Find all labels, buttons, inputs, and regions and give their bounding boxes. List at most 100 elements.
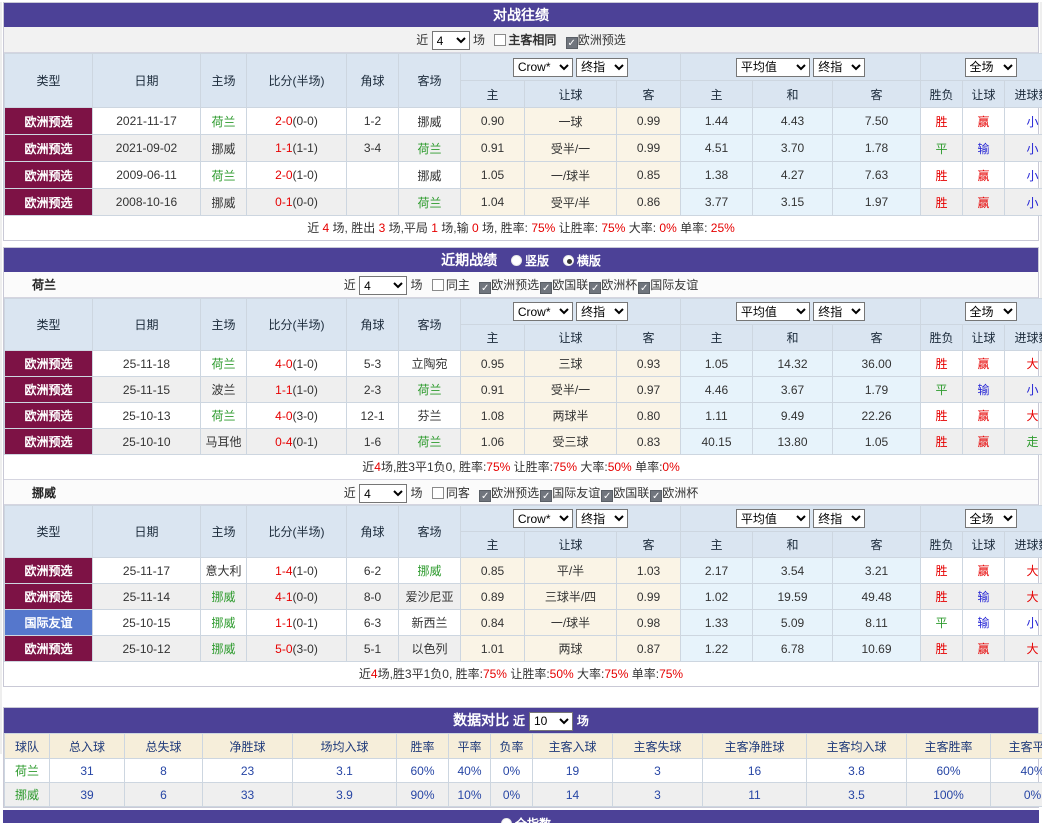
no-euro-cup-checkbox[interactable]: ✓	[650, 490, 662, 502]
nl-filter-row: 荷兰 近 4 场 同主 ✓欧洲预选✓欧国联✓欧洲杯✓国际友谊	[4, 272, 1038, 298]
score-full: 4-1	[275, 590, 292, 604]
cell-goals: 小	[1005, 377, 1042, 403]
euro-qualifier-checkbox[interactable]: ✓	[566, 37, 578, 49]
cell-odds-h: 0.95	[461, 351, 525, 377]
nl-count-select[interactable]: 4	[359, 276, 407, 295]
col-avg-h: 主	[681, 325, 753, 351]
cell-value: 23	[203, 759, 293, 783]
cell-winloss: 胜	[921, 403, 963, 429]
no-same-away-checkbox[interactable]	[432, 487, 444, 499]
h2h-count-select[interactable]: 4	[432, 31, 470, 50]
h2h-summary: 近 4 场, 胜出 3 场,平局 1 场,输 0 场, 胜率: 75% 让胜率:…	[4, 216, 1038, 240]
cell-date: 2009-06-11	[93, 162, 201, 189]
cell-value: 0%	[991, 783, 1042, 807]
scope-select[interactable]: 全场	[965, 509, 1017, 528]
cell-value: 3	[613, 783, 703, 807]
cell-value: 3.8	[807, 759, 907, 783]
cell-value: 14	[533, 783, 613, 807]
nl-euro-cup-checkbox[interactable]: ✓	[589, 282, 601, 294]
cell-home: 意大利	[201, 558, 247, 584]
cell-goals: 小	[1005, 189, 1042, 216]
col-h: 主	[461, 325, 525, 351]
vertical-layout-label: 竖版	[525, 254, 549, 268]
no-nations-league-checkbox[interactable]: ✓	[601, 490, 613, 502]
cell-avg-a: 1.78	[833, 135, 921, 162]
bookmaker-select[interactable]: Crow*	[513, 58, 573, 77]
col-a: 客	[617, 532, 681, 558]
cell-type: 欧洲预选	[5, 135, 93, 162]
nl-euro-qualifier-checkbox[interactable]: ✓	[479, 282, 491, 294]
compare-table: 球队 总入球 总失球 净胜球 场均入球 胜率 平率 负率 主客入球 主客失球 主…	[4, 733, 1042, 807]
average-select[interactable]: 平均值	[736, 509, 810, 528]
no-count-select[interactable]: 4	[359, 484, 407, 503]
scope-select[interactable]: 全场	[965, 58, 1017, 77]
final-index-select-2[interactable]: 终指	[813, 302, 865, 321]
scope-group: 全场	[921, 506, 1042, 532]
col-h: 主	[461, 81, 525, 108]
cell-avg-h: 1.05	[681, 351, 753, 377]
score-half: (0-1)	[293, 616, 318, 630]
cell-goals: 大	[1005, 351, 1042, 377]
col-avg-goals: 场均入球	[293, 734, 397, 759]
cell-type: 欧洲预选	[5, 108, 93, 135]
col-a: 客	[617, 81, 681, 108]
no-table: 类型 日期 主场 比分(半场) 角球 客场 Crow* 终指 平均值 终指 全场…	[4, 505, 1042, 662]
table-row: 欧洲预选 25-10-10 马耳他 0-4(0-1) 1-6 荷兰 1.06 受…	[5, 429, 1042, 455]
score-full: 4-0	[275, 357, 292, 371]
nl-nations-league-checkbox[interactable]: ✓	[540, 282, 552, 294]
final-index-select-2[interactable]: 终指	[813, 509, 865, 528]
col-ha-goals-against: 主客失球	[613, 734, 703, 759]
cell-odds-h: 1.01	[461, 636, 525, 662]
cell-odds-h: 0.85	[461, 558, 525, 584]
cell-date: 25-10-12	[93, 636, 201, 662]
table-row: 欧洲预选 2009-06-11 荷兰 2-0(1-0) 挪威 1.05 一/球半…	[5, 162, 1042, 189]
cell-away: 荷兰	[399, 135, 461, 162]
cell-date: 25-11-14	[93, 584, 201, 610]
same-home-away-label: 主客相同	[508, 33, 556, 47]
cell-odds-a: 0.83	[617, 429, 681, 455]
nl-friendly-checkbox[interactable]: ✓	[638, 282, 650, 294]
cell-avg-h: 1.44	[681, 108, 753, 135]
score-full: 2-0	[275, 114, 292, 128]
bookmaker-select[interactable]: Crow*	[513, 509, 573, 528]
no-friendly-checkbox[interactable]: ✓	[540, 490, 552, 502]
cell-odds-h: 0.91	[461, 377, 525, 403]
all-index-radio[interactable]	[501, 818, 512, 823]
no-filter-row: 挪威 近 4 场 同客 ✓欧洲预选✓国际友谊✓欧国联✓欧洲杯	[4, 479, 1038, 505]
col-score: 比分(半场)	[247, 299, 347, 351]
col-draw-rate: 平率	[449, 734, 491, 759]
vertical-layout-radio[interactable]	[511, 255, 522, 266]
table-row: 欧洲预选 25-11-15 波兰 1-1(1-0) 2-3 荷兰 0.91 受半…	[5, 377, 1042, 403]
compare-count-select[interactable]: 10	[529, 712, 573, 731]
average-group: 平均值 终指	[681, 506, 921, 532]
no-euro-qualifier-checkbox[interactable]: ✓	[479, 490, 491, 502]
col-loss-rate: 负率	[491, 734, 533, 759]
horizontal-layout-radio[interactable]	[563, 255, 574, 266]
average-select[interactable]: 平均值	[736, 58, 810, 77]
col-ha-win-rate: 主客胜率	[907, 734, 991, 759]
col-goals: 进球数	[1005, 532, 1042, 558]
nl-same-home-checkbox[interactable]	[432, 279, 444, 291]
final-index-select[interactable]: 终指	[576, 58, 628, 77]
scope-select[interactable]: 全场	[965, 302, 1017, 321]
scope-group: 全场	[921, 299, 1042, 325]
same-home-away-checkbox[interactable]	[494, 34, 506, 46]
table-row: 国际友谊 25-10-15 挪威 1-1(0-1) 6-3 新西兰 0.84 一…	[5, 610, 1042, 636]
cell-home: 荷兰	[201, 162, 247, 189]
average-select[interactable]: 平均值	[736, 302, 810, 321]
final-index-select-2[interactable]: 终指	[813, 58, 865, 77]
col-score: 比分(半场)	[247, 54, 347, 108]
cell-avg-a: 7.50	[833, 108, 921, 135]
cell-winloss: 胜	[921, 108, 963, 135]
final-index-select[interactable]: 终指	[576, 302, 628, 321]
cell-away: 挪威	[399, 162, 461, 189]
cell-home: 荷兰	[201, 108, 247, 135]
cell-score: 1-1(0-1)	[247, 610, 347, 636]
col-home: 主场	[201, 299, 247, 351]
final-index-select[interactable]: 终指	[576, 509, 628, 528]
euro-qualifier-label: 欧洲预选	[578, 33, 626, 47]
col-score: 比分(半场)	[247, 506, 347, 558]
cell-odds-a: 0.93	[617, 351, 681, 377]
h2h-title: 对战往绩	[493, 7, 549, 23]
bookmaker-select[interactable]: Crow*	[513, 302, 573, 321]
